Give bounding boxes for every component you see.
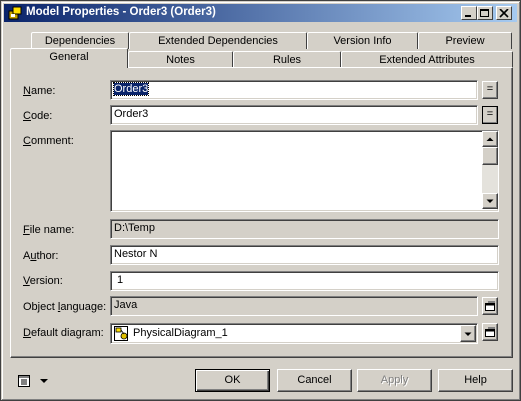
- default-diagram-select[interactable]: PhysicalDiagram_1: [110, 323, 478, 344]
- cancel-button[interactable]: Cancel: [277, 369, 352, 392]
- tab-general[interactable]: General: [10, 48, 128, 68]
- object-language-label: Object language:: [23, 301, 107, 313]
- name-to-code-button[interactable]: =: [482, 81, 498, 99]
- chevron-down-icon: [464, 332, 472, 336]
- code-field[interactable]: Order3: [110, 105, 478, 125]
- apply-button: Apply: [357, 369, 432, 392]
- tab-label: General: [49, 51, 89, 63]
- equals-label: =: [486, 108, 494, 120]
- default-diagram-value: PhysicalDiagram_1: [133, 327, 228, 339]
- file-name-field: D:\Temp: [110, 219, 499, 239]
- scroll-thumb[interactable]: [482, 147, 498, 165]
- maximize-icon: [480, 9, 489, 17]
- tab-label: Notes: [166, 54, 195, 66]
- tab-label: Rules: [272, 54, 302, 66]
- tab-extended-attributes[interactable]: Extended Attributes: [341, 51, 513, 68]
- list-menu-icon: [18, 375, 48, 387]
- version-value: 1: [117, 274, 124, 286]
- help-button[interactable]: Help: [438, 369, 513, 392]
- ok-button[interactable]: OK: [195, 369, 270, 392]
- author-label: Author:: [23, 250, 59, 262]
- object-language-value: Java: [114, 299, 138, 311]
- default-diagram-properties-button[interactable]: [482, 323, 498, 341]
- equals-label: =: [486, 83, 494, 95]
- comment-scrollbar[interactable]: [482, 131, 498, 209]
- close-icon: [499, 9, 509, 18]
- maximize-button[interactable]: [477, 6, 493, 20]
- properties-icon: [485, 327, 495, 337]
- default-diagram-label: Default diagram:: [23, 327, 104, 339]
- author-value: Nestor N: [114, 248, 158, 260]
- tab-dependencies[interactable]: Dependencies: [31, 32, 129, 49]
- arrow-down-icon: [486, 199, 494, 203]
- tab-label: Extended Attributes: [379, 54, 475, 66]
- model-app-icon: [7, 5, 23, 21]
- minimize-icon: [465, 15, 471, 17]
- name-field[interactable]: Order3: [110, 80, 478, 100]
- version-label: Version:: [23, 275, 63, 287]
- object-language-field: Java: [110, 296, 478, 316]
- comment-textarea[interactable]: [110, 130, 499, 212]
- code-value: Order3: [114, 108, 149, 120]
- comment-label: Comment:: [23, 135, 74, 147]
- object-language-properties-button[interactable]: [482, 297, 498, 315]
- title-bar[interactable]: Model Properties - Order3 (Order3): [4, 4, 517, 22]
- tab-label: Extended Dependencies: [158, 35, 278, 47]
- close-button[interactable]: [496, 6, 512, 20]
- tab-extended-dependencies[interactable]: Extended Dependencies: [129, 32, 307, 49]
- scroll-down-button[interactable]: [482, 193, 498, 209]
- code-label: Code:: [23, 110, 53, 122]
- window-title: Model Properties - Order3 (Order3): [26, 6, 216, 18]
- properties-icon: [485, 301, 495, 311]
- code-sync-button[interactable]: =: [482, 106, 498, 124]
- name-value: Order3: [112, 82, 150, 96]
- tab-preview[interactable]: Preview: [418, 32, 512, 49]
- default-diagram-dropdown-button[interactable]: [460, 325, 476, 342]
- physical-diagram-icon: [114, 326, 130, 342]
- tab-label: Version Info: [333, 35, 392, 47]
- minimize-button[interactable]: [461, 6, 477, 20]
- tab-label: Dependencies: [44, 35, 116, 47]
- tab-version-info[interactable]: Version Info: [307, 32, 418, 49]
- arrow-up-icon: [486, 137, 494, 141]
- file-name-value: D:\Temp: [114, 222, 155, 234]
- tab-notes[interactable]: Notes: [128, 51, 233, 68]
- version-field[interactable]: 1: [110, 271, 499, 291]
- tab-label: Preview: [445, 35, 485, 47]
- model-properties-dialog: Model Properties - Order3 (Order3) Depen…: [0, 0, 521, 401]
- scroll-up-button[interactable]: [482, 131, 498, 147]
- tab-rules[interactable]: Rules: [233, 51, 341, 68]
- name-label: Name:: [23, 85, 56, 97]
- author-field[interactable]: Nestor N: [110, 245, 499, 265]
- more-menu-button[interactable]: [16, 373, 52, 389]
- file-name-label: File name:: [23, 224, 75, 236]
